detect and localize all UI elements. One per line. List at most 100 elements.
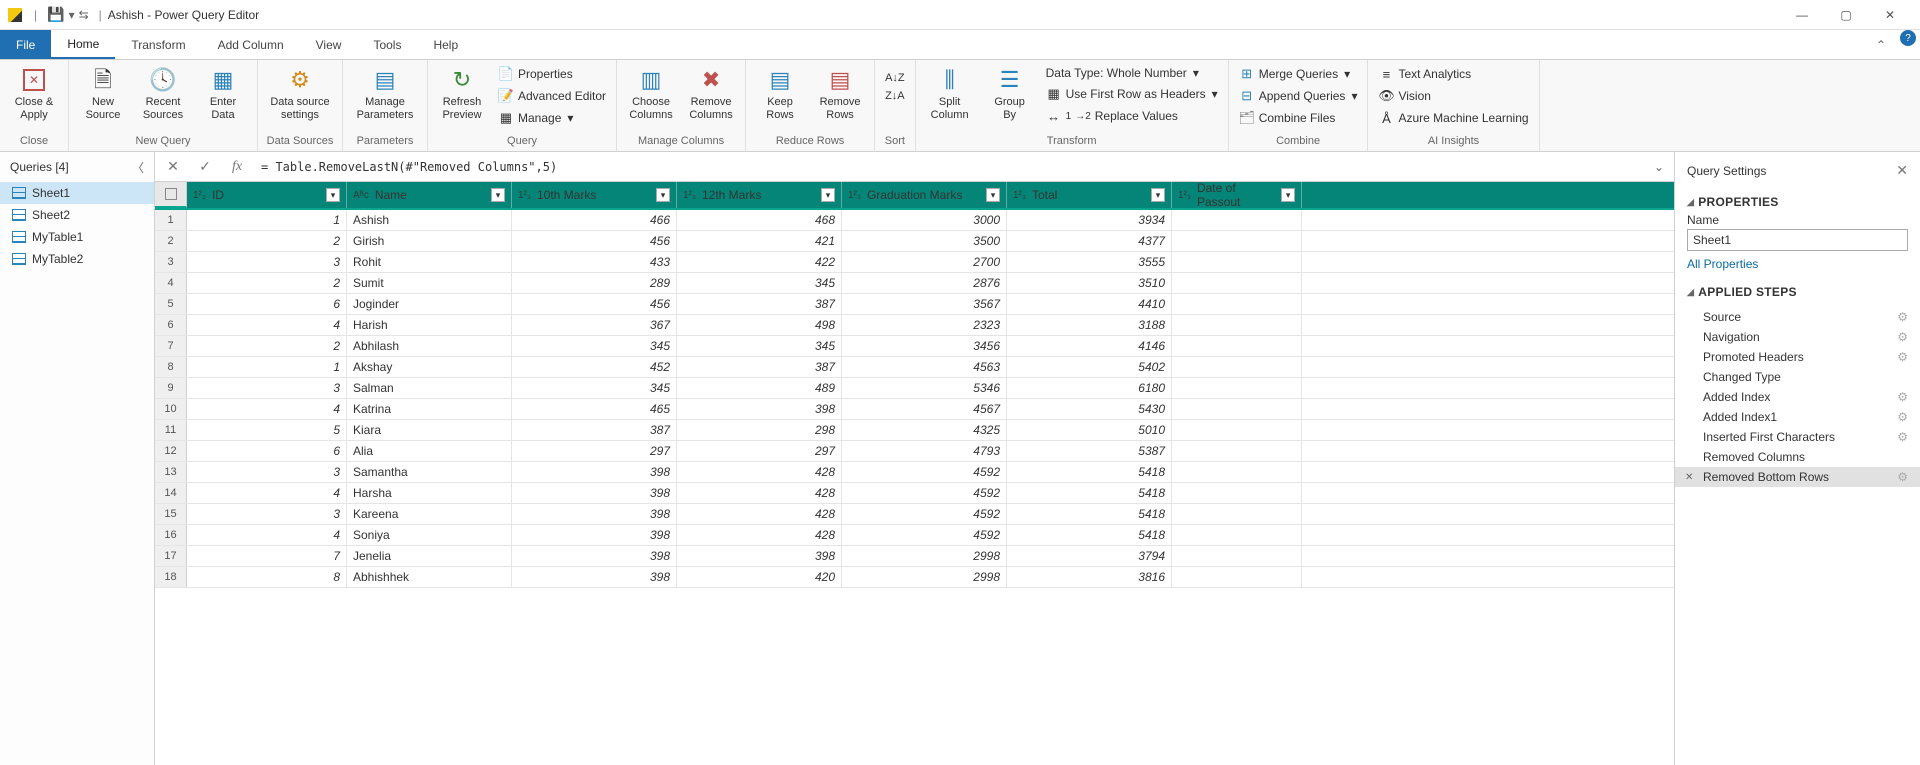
cell[interactable]: 4: [187, 399, 347, 419]
cell[interactable]: 4592: [842, 525, 1007, 545]
cell[interactable]: 456: [512, 231, 677, 251]
cell[interactable]: 456: [512, 294, 677, 314]
vision-button[interactable]: 👁Vision: [1374, 86, 1532, 106]
all-properties-link[interactable]: All Properties: [1687, 257, 1758, 271]
cell[interactable]: [1172, 441, 1302, 461]
cell[interactable]: [1172, 546, 1302, 566]
applied-step[interactable]: Removed Columns: [1675, 447, 1920, 467]
cell[interactable]: 5387: [1007, 441, 1172, 461]
choose-columns-button[interactable]: ▥Choose Columns: [623, 64, 679, 122]
cell[interactable]: 428: [677, 462, 842, 482]
cell[interactable]: 2: [187, 273, 347, 293]
table-row[interactable]: 126Alia29729747935387: [155, 441, 1674, 462]
maximize-button[interactable]: ▢: [1824, 0, 1868, 30]
text-analytics-button[interactable]: ≡Text Analytics: [1374, 64, 1532, 84]
column-header-name[interactable]: AᴮcName▾: [347, 182, 512, 208]
cell[interactable]: Joginder: [347, 294, 512, 314]
cell[interactable]: 289: [512, 273, 677, 293]
table-row[interactable]: 56Joginder45638735674410: [155, 294, 1674, 315]
gear-icon[interactable]: ⚙: [1897, 470, 1908, 484]
cell[interactable]: 5418: [1007, 525, 1172, 545]
cell[interactable]: Akshay: [347, 357, 512, 377]
query-item[interactable]: Sheet2: [0, 204, 154, 226]
accept-formula-button[interactable]: ✓: [191, 155, 219, 179]
applied-step[interactable]: Source⚙: [1675, 307, 1920, 327]
table-row[interactable]: 11Ashish46646830003934: [155, 210, 1674, 231]
cell[interactable]: 3555: [1007, 252, 1172, 272]
cell[interactable]: 2876: [842, 273, 1007, 293]
tab-add-column[interactable]: Add Column: [202, 30, 300, 59]
cell[interactable]: 5418: [1007, 462, 1172, 482]
cell[interactable]: 4563: [842, 357, 1007, 377]
tab-help[interactable]: Help: [417, 30, 474, 59]
cell[interactable]: [1172, 336, 1302, 356]
cell[interactable]: 5402: [1007, 357, 1172, 377]
advanced-editor-button[interactable]: 📝Advanced Editor: [494, 86, 610, 106]
remove-rows-button[interactable]: ▤Remove Rows: [812, 64, 868, 122]
cell[interactable]: 5418: [1007, 483, 1172, 503]
cell[interactable]: 3: [187, 378, 347, 398]
cell[interactable]: 398: [512, 546, 677, 566]
column-header-dop[interactable]: 1²₃Date of Passout▾: [1172, 182, 1302, 208]
filter-dropdown-icon[interactable]: ▾: [491, 188, 505, 202]
combine-files-button[interactable]: 🗂Combine Files: [1235, 108, 1362, 128]
cell[interactable]: 465: [512, 399, 677, 419]
cell[interactable]: 2: [187, 336, 347, 356]
cell[interactable]: 468: [677, 210, 842, 230]
cell[interactable]: [1172, 315, 1302, 335]
save-icon[interactable]: 💾: [47, 6, 64, 23]
cell[interactable]: 367: [512, 315, 677, 335]
row-header[interactable]: 12: [155, 441, 187, 461]
cell[interactable]: Harsha: [347, 483, 512, 503]
cell[interactable]: 428: [677, 483, 842, 503]
row-header[interactable]: 5: [155, 294, 187, 314]
cell[interactable]: 3188: [1007, 315, 1172, 335]
cell[interactable]: Alia: [347, 441, 512, 461]
cell[interactable]: 345: [512, 378, 677, 398]
cell[interactable]: 398: [512, 567, 677, 587]
cell[interactable]: [1172, 252, 1302, 272]
column-header-tot[interactable]: 1²₃Total▾: [1007, 182, 1172, 208]
applied-step[interactable]: Inserted First Characters⚙: [1675, 427, 1920, 447]
cell[interactable]: 398: [512, 525, 677, 545]
cell[interactable]: [1172, 294, 1302, 314]
query-name-input[interactable]: [1687, 229, 1908, 251]
cell[interactable]: 428: [677, 525, 842, 545]
row-header[interactable]: 9: [155, 378, 187, 398]
cell[interactable]: 4146: [1007, 336, 1172, 356]
cell[interactable]: Harish: [347, 315, 512, 335]
cell[interactable]: 3: [187, 462, 347, 482]
row-header[interactable]: 3: [155, 252, 187, 272]
filter-dropdown-icon[interactable]: ▾: [1151, 188, 1165, 202]
table-row[interactable]: 64Harish36749823233188: [155, 315, 1674, 336]
row-header[interactable]: 4: [155, 273, 187, 293]
table-row[interactable]: 22Girish45642135004377: [155, 231, 1674, 252]
cell[interactable]: 398: [677, 399, 842, 419]
new-source-button[interactable]: 🗎New Source: [75, 64, 131, 122]
row-header[interactable]: 6: [155, 315, 187, 335]
cell[interactable]: 5430: [1007, 399, 1172, 419]
replace-values-button[interactable]: ↔1→2 Replace Values: [1042, 106, 1222, 126]
cell[interactable]: Ashish: [347, 210, 512, 230]
cell[interactable]: 498: [677, 315, 842, 335]
table-row[interactable]: 33Rohit43342227003555: [155, 252, 1674, 273]
azure-ml-button[interactable]: ÅAzure Machine Learning: [1374, 108, 1532, 128]
filter-dropdown-icon[interactable]: ▾: [326, 188, 340, 202]
filter-dropdown-icon[interactable]: ▾: [821, 188, 835, 202]
cell[interactable]: 3456: [842, 336, 1007, 356]
append-queries-button[interactable]: ⊟Append Queries▾: [1235, 86, 1362, 106]
cell[interactable]: 1: [187, 210, 347, 230]
cell[interactable]: 4: [187, 525, 347, 545]
enter-data-button[interactable]: ▦Enter Data: [195, 64, 251, 122]
row-header[interactable]: 14: [155, 483, 187, 503]
keep-rows-button[interactable]: ▤Keep Rows: [752, 64, 808, 122]
cell[interactable]: [1172, 378, 1302, 398]
cell[interactable]: 345: [512, 336, 677, 356]
cell[interactable]: Soniya: [347, 525, 512, 545]
cell[interactable]: 2998: [842, 546, 1007, 566]
cell[interactable]: 5: [187, 420, 347, 440]
cell[interactable]: 297: [512, 441, 677, 461]
cell[interactable]: 4592: [842, 504, 1007, 524]
cell[interactable]: 3510: [1007, 273, 1172, 293]
row-header[interactable]: 16: [155, 525, 187, 545]
